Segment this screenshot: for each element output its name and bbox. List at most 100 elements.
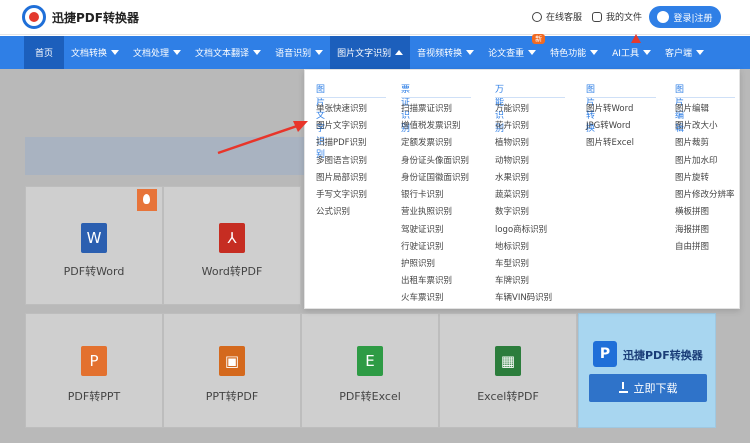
download-label: 立即下载	[633, 382, 678, 395]
menu-item[interactable]: 图片文字识别	[316, 119, 367, 131]
tool-card-label: Excel转PDF	[477, 390, 539, 403]
brand-logo-icon[interactable]	[22, 5, 46, 29]
ppt-doc-icon: P	[81, 346, 107, 376]
user-icon	[657, 11, 670, 23]
online-service-link[interactable]: 在线客服	[532, 10, 582, 23]
brand-name[interactable]: 迅捷PDF转换器	[52, 9, 139, 26]
menu-item[interactable]: 身份证头像面识别	[401, 154, 469, 166]
chevron-up-icon	[395, 50, 404, 55]
nav-label: 首页	[35, 49, 54, 59]
menu-item[interactable]: 横板拼图	[675, 205, 709, 217]
divider	[586, 97, 656, 98]
menu-item[interactable]: 车型识别	[495, 257, 529, 269]
download-button[interactable]: 立即下载	[589, 374, 707, 402]
divider	[495, 97, 565, 98]
menu-item[interactable]: 图片局部识别	[316, 171, 367, 183]
menu-item[interactable]: 图片旋转	[675, 171, 709, 183]
menu-item[interactable]: 驾驶证识别	[401, 223, 444, 235]
menu-item[interactable]: 图片加水印	[675, 154, 718, 166]
divider	[675, 97, 735, 98]
nav-label: 论文查重	[488, 49, 525, 59]
menu-item[interactable]: 手写文字识别	[316, 188, 367, 200]
tool-card-label: PDF转Word	[63, 265, 125, 278]
menu-item[interactable]: 营业执照识别	[401, 205, 452, 217]
nav-doc-process[interactable]: 文档处理	[126, 36, 188, 69]
nav-label: 客户端	[664, 49, 692, 59]
headset-icon	[532, 11, 542, 22]
nav-features[interactable]: 特色功能	[543, 36, 605, 69]
menu-item[interactable]: 花卉识别	[495, 119, 529, 131]
menu-item[interactable]: 地标识别	[495, 240, 529, 252]
ppt-pdf-icon: ▣	[219, 346, 245, 376]
menu-item[interactable]: 图片修改分辨率	[675, 188, 735, 200]
tool-card-label: PPT转PDF	[205, 390, 259, 403]
menu-item[interactable]: 扫描PDF识别	[316, 136, 367, 148]
menu-item[interactable]: 水果识别	[495, 171, 529, 183]
online-service-label: 在线客服	[546, 13, 583, 23]
menu-item[interactable]: 图片转Excel	[586, 136, 634, 148]
chevron-down-icon	[590, 50, 599, 55]
menu-item[interactable]: 植物识别	[495, 136, 529, 148]
my-files-link[interactable]: 我的文件	[592, 10, 642, 23]
chevron-down-icon	[695, 50, 704, 55]
menu-item[interactable]: 出租车票识别	[401, 274, 452, 286]
menu-item[interactable]: 增值税发票识别	[401, 119, 461, 131]
divider	[316, 97, 386, 98]
nav-label: 音视频转换	[417, 49, 463, 59]
menu-item[interactable]: 定额发票识别	[401, 136, 452, 148]
tool-card-pdf-to-excel[interactable]: E PDF转Excel	[301, 313, 439, 428]
chevron-down-icon	[111, 50, 120, 55]
menu-item[interactable]: 万能识别	[495, 102, 529, 114]
hot-marker-icon	[631, 34, 642, 43]
image-ocr-dropdown: 图片文字识别 单张快速识别 图片文字识别 扫描PDF识别 多图语言识别 图片局部…	[304, 69, 740, 309]
menu-item[interactable]: 海报拼图	[675, 223, 709, 235]
menu-item[interactable]: 多图语言识别	[316, 154, 367, 166]
tool-card-ppt-to-pdf[interactable]: ▣ PPT转PDF	[163, 313, 301, 428]
menu-item[interactable]: 图片编辑	[675, 102, 709, 114]
nav-speech[interactable]: 语音识别	[268, 36, 330, 69]
menu-item[interactable]: 动物识别	[495, 154, 529, 166]
menu-item[interactable]: 数字识别	[495, 205, 529, 217]
nav-thesis-check[interactable]: 论文查重新	[481, 34, 546, 69]
nav-image-ocr[interactable]: 图片文字识别	[330, 36, 411, 69]
menu-item[interactable]: 蔬菜识别	[495, 188, 529, 200]
nav-doc-translate[interactable]: 文档文本翻译	[188, 36, 268, 69]
nav-ai-tools[interactable]: AI工具	[605, 34, 658, 69]
file-icon	[592, 11, 602, 22]
nav-home[interactable]: 首页	[24, 36, 65, 69]
nav-label: AI工具	[612, 49, 639, 59]
hot-flame-icon	[137, 189, 157, 211]
login-register-button[interactable]: 登录|注册	[649, 6, 721, 28]
menu-item[interactable]: 火车票识别	[401, 291, 444, 303]
menu-item[interactable]: 护照识别	[401, 257, 435, 269]
menu-item[interactable]: 车牌识别	[495, 274, 529, 286]
download-icon	[618, 381, 628, 393]
menu-item[interactable]: logo商标识别	[495, 223, 547, 235]
tool-card-pdf-to-ppt[interactable]: P PDF转PPT	[25, 313, 163, 428]
menu-item[interactable]: 身份证国徽面识别	[401, 171, 469, 183]
tool-card-word-to-pdf[interactable]: ⅄ Word转PDF	[163, 186, 301, 305]
nav-label: 文档文本翻译	[195, 49, 250, 59]
chevron-down-icon	[466, 50, 475, 55]
nav-label: 图片文字识别	[337, 49, 392, 59]
nav-av-convert[interactable]: 音视频转换	[410, 36, 481, 69]
tool-card-label: PDF转Excel	[339, 390, 401, 403]
menu-item[interactable]: 车辆VIN码识别	[495, 291, 552, 303]
menu-item[interactable]: 图片转Word	[586, 102, 633, 114]
menu-item[interactable]: 单张快速识别	[316, 102, 367, 114]
nav-doc-convert[interactable]: 文档转换	[64, 36, 126, 69]
tool-card-excel-to-pdf[interactable]: ▦ Excel转PDF	[439, 313, 577, 428]
menu-item[interactable]: 行驶证识别	[401, 240, 444, 252]
tool-card-label: Word转PDF	[201, 265, 263, 278]
menu-item[interactable]: JPG转Word	[586, 119, 631, 131]
nav-label: 特色功能	[550, 49, 587, 59]
divider	[401, 97, 471, 98]
nav-client[interactable]: 客户端	[658, 36, 711, 69]
menu-item[interactable]: 扫描票证识别	[401, 102, 452, 114]
search-banner	[25, 137, 304, 175]
menu-item[interactable]: 自由拼图	[675, 240, 709, 252]
menu-item[interactable]: 图片改大小	[675, 119, 718, 131]
menu-item[interactable]: 公式识别	[316, 205, 350, 217]
menu-item[interactable]: 图片裁剪	[675, 136, 709, 148]
menu-item[interactable]: 银行卡识别	[401, 188, 444, 200]
